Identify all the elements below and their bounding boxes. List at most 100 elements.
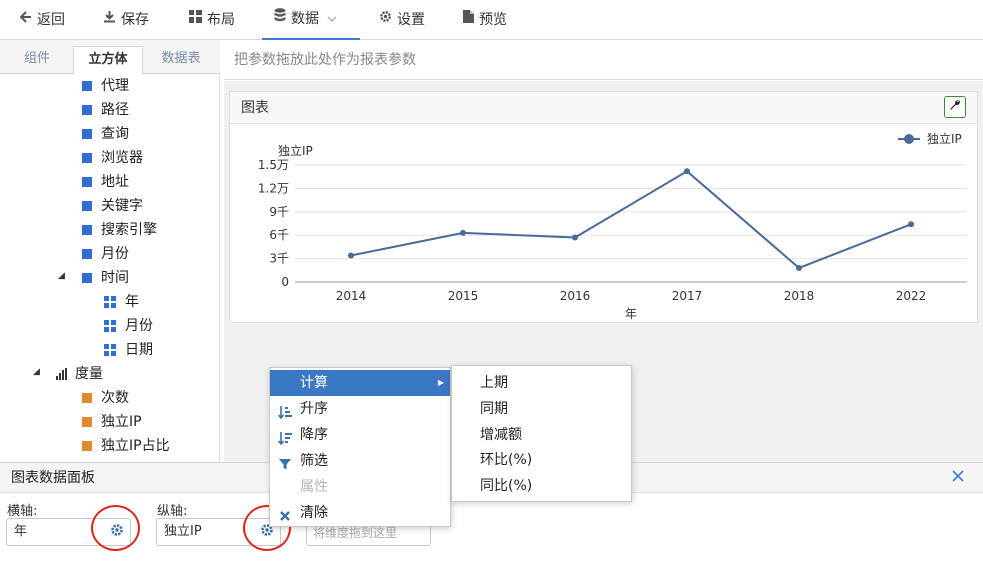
sort-desc-icon <box>277 428 292 446</box>
y-tick-label: 1.5万 <box>258 158 289 172</box>
menu-item-sort-asc[interactable]: 升序 <box>270 396 450 422</box>
measure-icon <box>82 417 92 427</box>
x-tick-label: 2016 <box>560 289 591 303</box>
x-axis-title: 年 <box>625 307 637 321</box>
menu-item-calculate[interactable]: 计算 ▶ <box>270 370 450 396</box>
layout-button[interactable]: 布局 <box>189 0 235 40</box>
dimension-icon <box>82 225 92 235</box>
settings-button[interactable]: 设置 <box>379 0 425 40</box>
tab-datatable[interactable]: 数据表 <box>148 46 214 74</box>
save-label: 保存 <box>121 12 149 28</box>
tree-item[interactable]: 查询 <box>82 122 129 146</box>
tree-item[interactable]: 次数 <box>82 386 129 410</box>
report-param-dropzone[interactable]: 把参数拖放此处作为报表参数 <box>224 40 983 80</box>
wrench-icon <box>949 99 961 115</box>
sort-asc-icon <box>277 402 292 420</box>
y-tick-label: 0 <box>281 275 289 289</box>
data-point <box>460 229 466 236</box>
x-tick-label: 2014 <box>336 289 367 303</box>
dimension-icon <box>82 177 92 187</box>
back-button[interactable]: 返回 <box>19 0 65 40</box>
expand-triangle-icon[interactable]: ◢ <box>33 367 40 377</box>
y-axis-label: 纵轴: <box>157 504 188 519</box>
submenu-item-same-period[interactable]: 同期 <box>452 396 631 422</box>
left-panel: 组件 立方体 数据表 代理 路径 查询 浏览器 地址 关键字 搜索引擎 月份 ◢… <box>0 40 220 462</box>
y-tick-label: 3千 <box>269 252 289 266</box>
data-tab-button[interactable]: 数据 <box>262 0 360 40</box>
series-line <box>350 170 912 270</box>
measure-icon <box>82 393 92 403</box>
chart-axes: 0 3千 6千 9千 1.2万 1.5万 2014 2015 2016 2017 2018 2022 <box>258 158 967 303</box>
tree-item[interactable]: 路径 <box>82 98 129 122</box>
filter-icon <box>278 454 292 470</box>
tree-item[interactable]: 代理 <box>82 74 129 98</box>
measure-icon <box>82 441 92 451</box>
chart-grid <box>295 164 967 260</box>
tree-item[interactable]: 地址 <box>82 170 129 194</box>
x-axis-label: 横轴: <box>7 504 38 519</box>
tab-components[interactable]: 组件 <box>6 46 68 74</box>
menu-item-filter[interactable]: 筛选 <box>270 448 450 474</box>
tree-item[interactable]: 浏览器 <box>82 146 143 170</box>
dimension-icon <box>82 129 92 139</box>
tree-item[interactable]: 独立IP <box>82 410 142 434</box>
submenu-item-previous-period[interactable]: 上期 <box>452 370 631 396</box>
legend-label: 独立IP <box>927 131 962 146</box>
chart-settings-button[interactable] <box>944 96 966 118</box>
y-axis-title: 独立IP <box>278 143 313 158</box>
tree-item[interactable]: 搜索引擎 <box>82 218 157 242</box>
preview-label: 预览 <box>479 12 507 28</box>
data-label: 数据 <box>291 11 319 27</box>
dimension-icon <box>82 201 92 211</box>
dimension-icon <box>82 81 92 91</box>
x-tick-label: 2017 <box>672 289 703 303</box>
submenu-item-yoy-percent[interactable]: 同比(%) <box>452 473 631 499</box>
back-label: 返回 <box>37 12 65 28</box>
download-icon <box>103 0 116 40</box>
x-tick-label: 2022 <box>896 289 927 303</box>
x-tick-label: 2015 <box>448 289 479 303</box>
tree-item[interactable]: 日期 <box>104 338 153 362</box>
tree-item[interactable]: 独立IP占比 <box>82 434 170 458</box>
expand-triangle-icon[interactable]: ◢ <box>58 271 65 281</box>
annotation-circle <box>91 505 140 551</box>
calculate-submenu: 上期 同期 增减额 环比(%) 同比(%) <box>451 365 632 502</box>
cube-tree: 代理 路径 查询 浏览器 地址 关键字 搜索引擎 月份 ◢ 时间 年 月份 日期… <box>0 74 219 462</box>
level-grid-icon <box>104 296 116 308</box>
data-point <box>684 168 690 175</box>
menu-item-sort-desc[interactable]: 降序 <box>270 422 450 448</box>
tree-item-measures[interactable]: 度量 <box>56 362 103 386</box>
submenu-item-change-amount[interactable]: 增减额 <box>452 422 631 448</box>
tree-item[interactable]: 月份 <box>104 314 153 338</box>
panel-title: 图表数据面板 <box>11 470 95 486</box>
tree-item[interactable]: 关键字 <box>82 194 143 218</box>
dimension-icon <box>82 273 92 283</box>
grid-icon <box>189 0 202 40</box>
tree-item[interactable]: 月份 <box>82 242 129 266</box>
top-toolbar: 返回 保存 布局 数据 设置 预览 <box>0 0 983 40</box>
chart-header: 图表 <box>230 92 977 124</box>
submenu-arrow-icon: ▶ <box>437 378 444 387</box>
tab-cube[interactable]: 立方体 <box>73 46 143 75</box>
database-icon <box>274 0 286 39</box>
menu-item-clear[interactable]: 清除 <box>270 500 450 526</box>
chart-title: 图表 <box>241 100 269 116</box>
y-tick-label: 9千 <box>269 205 289 219</box>
chart-component[interactable]: 图表 0 3千 6千 9千 1.2万 1.5万 2014 2015 2016 2017 2018 20… <box>229 91 978 323</box>
arrow-left-icon <box>19 0 32 40</box>
x-tick-label: 2018 <box>784 289 815 303</box>
save-button[interactable]: 保存 <box>103 0 149 40</box>
file-icon <box>463 0 474 40</box>
close-icon[interactable] <box>950 469 966 485</box>
settings-label: 设置 <box>397 12 425 28</box>
submenu-item-mom-percent[interactable]: 环比(%) <box>452 447 631 473</box>
chart-legend: 独立IP <box>898 131 962 146</box>
preview-button[interactable]: 预览 <box>463 0 507 40</box>
chevron-down-icon <box>327 0 337 39</box>
tree-item[interactable]: 年 <box>104 290 139 314</box>
data-point <box>572 234 578 241</box>
x-axis-value: 年 <box>14 524 28 539</box>
tree-item-time[interactable]: 时间 <box>82 266 129 290</box>
chart-series <box>348 168 914 271</box>
legend-marker <box>904 134 914 144</box>
